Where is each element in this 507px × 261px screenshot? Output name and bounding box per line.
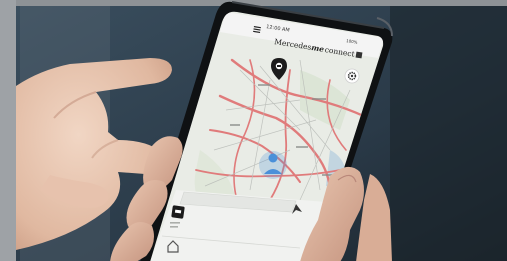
frame-left [0,0,16,261]
photo-scene: 12:00 AM 100% Mercedesmeconnect [0,0,507,261]
scene-svg: 12:00 AM 100% Mercedesmeconnect [0,0,507,261]
car-status-icon[interactable] [171,205,185,219]
menu-icon[interactable] [253,26,261,34]
profile-icon[interactable] [355,51,363,59]
gear-icon[interactable] [344,68,360,84]
location-dot-icon [259,151,287,179]
